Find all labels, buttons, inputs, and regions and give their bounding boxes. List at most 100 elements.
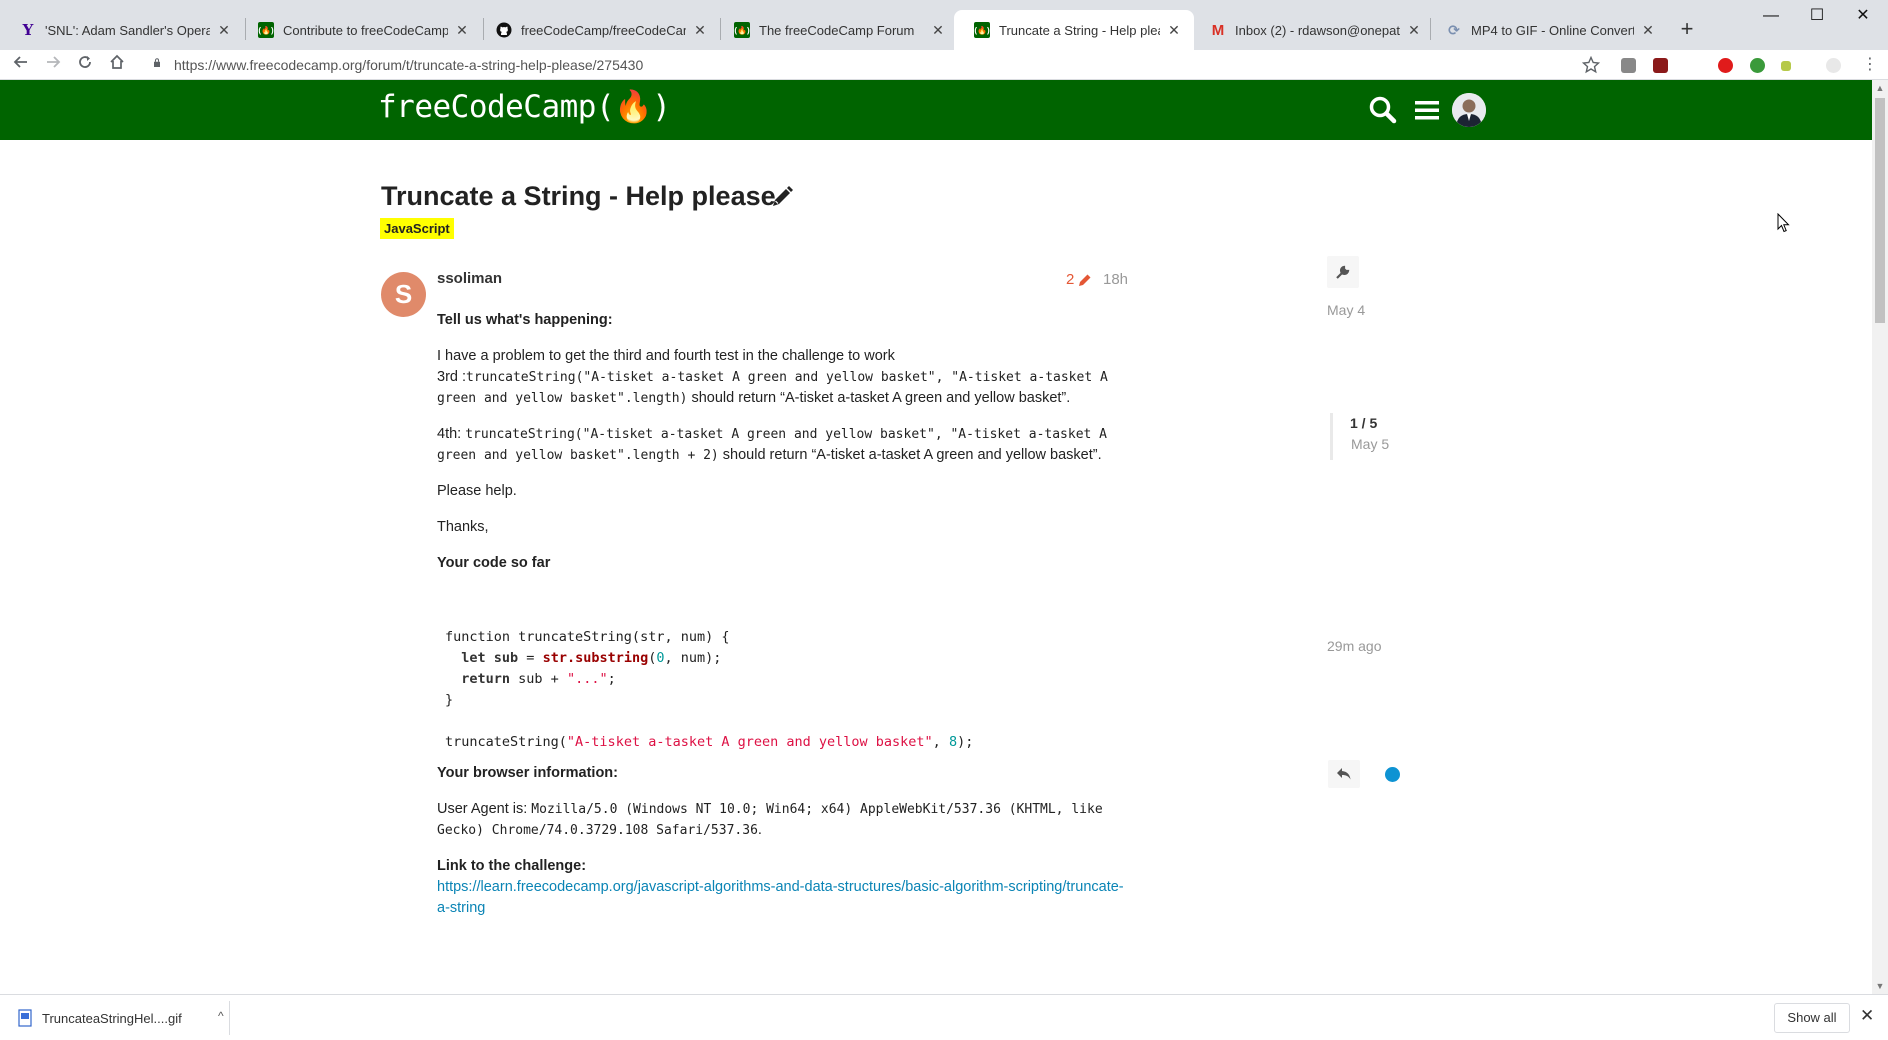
extension-icon[interactable] — [1653, 58, 1668, 73]
tab-strip: Y 'SNL': Adam Sandler's Opera Ma ✕ (🔥) C… — [0, 0, 1888, 50]
web-page: freeCodeCamp(🔥) Truncate a String - Help… — [0, 80, 1872, 994]
tab-contribute[interactable]: (🔥) Contribute to freeCodeCamp | Le ✕ — [238, 10, 482, 50]
back-arrow-icon — [13, 56, 27, 68]
close-icon[interactable]: ✕ — [930, 22, 946, 39]
freecodecamp-icon: (🔥) — [734, 22, 750, 38]
download-item[interactable]: TruncateaStringHel....gif ^ — [18, 1001, 230, 1035]
show-all-downloads-button[interactable]: Show all — [1774, 1003, 1850, 1033]
code-token: , — [932, 734, 949, 750]
scrollbar-thumb[interactable] — [1875, 98, 1885, 323]
reply-button[interactable] — [1328, 760, 1360, 788]
browser-toolbar: https://www.freecodecamp.org/forum/t/tru… — [0, 50, 1888, 80]
freecodecamp-icon: (🔥) — [258, 22, 274, 38]
code-token: ); — [957, 734, 974, 750]
download-bar: TruncateaStringHel....gif ^ Show all ✕ — [0, 994, 1888, 1040]
edit-history[interactable]: 2 — [1066, 271, 1093, 288]
search-icon[interactable] — [1367, 94, 1399, 126]
post-heading: Your browser information: — [437, 765, 618, 781]
home-icon — [110, 54, 124, 69]
post-paragraph: Link to the challenge: https://learn.fre… — [437, 856, 1127, 919]
tab-snl[interactable]: Y 'SNL': Adam Sandler's Opera Ma ✕ — [0, 10, 244, 50]
close-icon[interactable]: ✕ — [1166, 22, 1182, 39]
tab-title: freeCodeCamp/freeCodeCamp: — [521, 22, 686, 38]
new-tab-button[interactable]: + — [1672, 14, 1702, 44]
topic-title[interactable]: Truncate a String - Help please — [381, 181, 776, 212]
code-line: function truncateString(str, num) { — [445, 629, 730, 645]
tab-title: The freeCodeCamp Forum — [759, 22, 915, 38]
code-keyword: return — [461, 671, 511, 687]
post-text: User Agent is: — [437, 801, 532, 817]
profile-icon[interactable] — [1826, 58, 1841, 73]
bookmark-star-icon[interactable] — [1582, 56, 1600, 74]
category-badge[interactable]: JavaScript — [380, 218, 454, 239]
back-button[interactable] — [8, 52, 34, 78]
minimize-button[interactable]: — — [1748, 2, 1794, 30]
extension-icon[interactable] — [1781, 61, 1791, 71]
user-avatar[interactable] — [1452, 93, 1486, 127]
timeline-end-date[interactable]: 29m ago — [1327, 638, 1381, 654]
gif-file-icon — [18, 1009, 32, 1027]
download-file-name: TruncateaStringHel....gif — [42, 1010, 182, 1026]
edit-title-pencil-icon[interactable] — [769, 184, 795, 210]
code-string: "A-tisket a-tasket A green and yellow ba… — [566, 734, 933, 750]
freecodecamp-icon: (🔥) — [974, 22, 990, 38]
tab-truncate-active[interactable]: (🔥) Truncate a String - Help please ✕ — [954, 10, 1194, 50]
forward-arrow-icon — [47, 56, 61, 68]
extension-icon[interactable] — [1621, 58, 1636, 73]
code-keyword: let — [461, 650, 486, 666]
tab-forum[interactable]: (🔥) The freeCodeCamp Forum ✕ — [714, 10, 958, 50]
scroll-down-arrow-icon[interactable]: ▼ — [1872, 978, 1888, 994]
code-token: , num); — [664, 650, 722, 666]
tab-inbox[interactable]: M Inbox (2) - rdawson@onepathte ✕ — [1190, 10, 1434, 50]
home-button[interactable] — [104, 52, 130, 78]
scroll-up-arrow-icon[interactable]: ▲ — [1872, 80, 1888, 96]
hamburger-menu-icon[interactable] — [1411, 94, 1443, 126]
post-paragraph: I have a problem to get the third and fo… — [437, 346, 1127, 409]
post-heading: Link to the challenge: — [437, 858, 587, 874]
timeline-start-date[interactable]: May 4 — [1327, 302, 1365, 318]
converter-icon: ⟳ — [1448, 21, 1460, 38]
post-age[interactable]: 18h — [1103, 271, 1128, 288]
forward-button[interactable] — [40, 52, 66, 78]
code-number: 8 — [948, 734, 958, 750]
code-token: truncateString( — [445, 734, 567, 750]
timeline-track[interactable] — [1330, 413, 1333, 460]
reload-button[interactable] — [72, 52, 98, 78]
post-text: 4th: — [437, 426, 466, 442]
close-icon[interactable]: ✕ — [216, 22, 232, 39]
user-photo-icon — [1452, 93, 1486, 127]
close-window-button[interactable]: ✕ — [1840, 2, 1886, 30]
topic-admin-button[interactable] — [1327, 256, 1359, 288]
tab-mp4-to-gif[interactable]: ⟳ MP4 to GIF - Online Converter ✕ — [1426, 10, 1668, 50]
reload-icon — [79, 56, 91, 68]
github-icon — [496, 22, 512, 38]
close-icon[interactable]: ✕ — [1640, 22, 1656, 39]
post-text: should return “A-tisket a-tasket A green… — [718, 447, 1102, 463]
tab-github[interactable]: freeCodeCamp/freeCodeCamp: ✕ — [476, 10, 720, 50]
post-paragraph: Thanks, — [437, 519, 489, 535]
poster-username[interactable]: ssoliman — [437, 270, 502, 287]
page-scrollbar[interactable]: ▲ ▼ — [1872, 80, 1888, 994]
chevron-up-icon[interactable]: ^ — [218, 1009, 224, 1023]
freecodecamp-logo[interactable]: freeCodeCamp(🔥) — [378, 88, 671, 125]
reply-icon — [1337, 768, 1351, 780]
post-text: . — [757, 822, 762, 838]
code-block: function truncateString(str, num) { let … — [437, 589, 1127, 763]
close-icon[interactable]: ✕ — [1406, 22, 1422, 39]
extension-icon[interactable] — [1750, 58, 1765, 73]
challenge-link[interactable]: https://learn.freecodecamp.org/javascrip… — [437, 879, 1124, 916]
address-bar[interactable]: https://www.freecodecamp.org/forum/t/tru… — [174, 57, 643, 73]
code-token: = — [518, 650, 543, 666]
close-icon[interactable]: ✕ — [454, 22, 470, 39]
close-download-bar-icon[interactable]: ✕ — [1860, 1006, 1874, 1026]
maximize-button[interactable]: ☐ — [1794, 2, 1840, 30]
code-token: ; — [607, 671, 616, 687]
post-text: should return “A-tisket a-tasket A green… — [687, 390, 1071, 406]
close-icon[interactable]: ✕ — [692, 22, 708, 39]
mouse-cursor-icon — [1777, 213, 1790, 233]
opera-icon[interactable] — [1718, 58, 1733, 73]
tab-title: Inbox (2) - rdawson@onepathte — [1235, 22, 1400, 38]
poster-avatar[interactable]: S — [381, 272, 426, 317]
post-heading: Your code so far — [437, 555, 551, 571]
menu-dots-icon[interactable]: ⋮ — [1862, 54, 1878, 74]
